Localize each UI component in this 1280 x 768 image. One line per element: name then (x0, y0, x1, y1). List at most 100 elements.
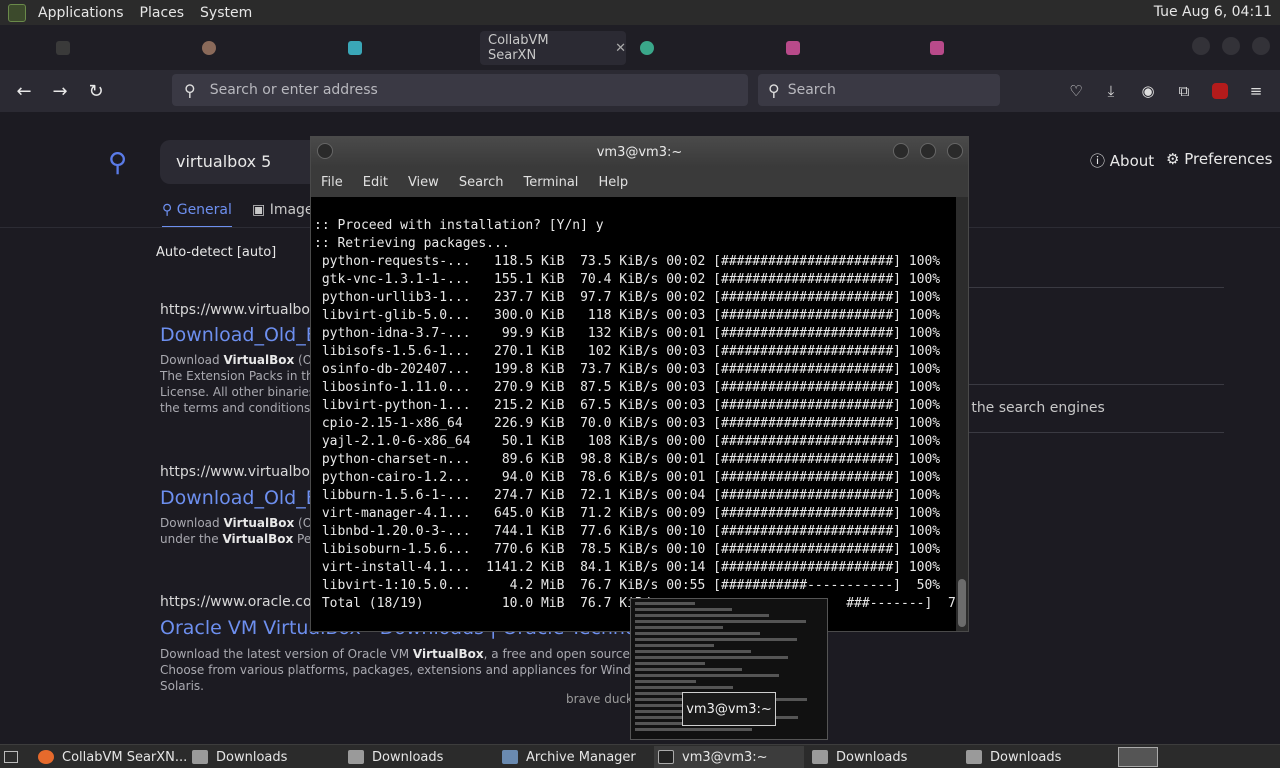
address-bar[interactable]: ⚲ Search or enter address (172, 74, 748, 106)
query-input[interactable]: virtualbox 5 (160, 140, 320, 184)
site-icon (930, 41, 944, 55)
workspace-switcher[interactable] (1118, 747, 1158, 767)
preview-line (635, 656, 788, 659)
menu-applications[interactable]: Applications (30, 5, 132, 21)
tab-background-3[interactable] (340, 31, 478, 65)
applications-icon[interactable] (8, 3, 26, 22)
result-url[interactable]: https://www.virtualbox.c (160, 302, 330, 318)
search-bar[interactable]: ⚲ Search (758, 74, 1000, 106)
avatar-icon (202, 41, 216, 55)
terminal-line: libisofs-1.5.6-1... 270.1 KiB 102 KiB/s … (314, 344, 941, 359)
terminal-title: vm3@vm3:~ (596, 144, 683, 160)
task-label: Downloads (990, 749, 1062, 765)
search-placeholder: Search (787, 82, 836, 98)
tab-background-6[interactable] (922, 31, 1062, 65)
terminal-line: :: Retrieving packages... (314, 236, 510, 251)
category-general[interactable]: ⚲ General (162, 202, 232, 228)
tab-background-5[interactable] (778, 31, 918, 65)
desc-bold: VirtualBox (223, 353, 295, 367)
back-button[interactable]: ← (11, 78, 37, 104)
preferences-link[interactable]: ⚙ Preferences (1166, 150, 1272, 168)
task-label: Archive Manager (526, 749, 636, 765)
terminal-line: osinfo-db-202407... 199.8 KiB 73.7 KiB/s… (314, 362, 941, 377)
terminal-scrollbar[interactable] (956, 197, 968, 631)
maximize-button[interactable] (1222, 37, 1240, 55)
menu-places[interactable]: Places (132, 5, 193, 21)
task-firefox[interactable]: CollabVM SearXN... (38, 746, 188, 768)
preview-line (635, 620, 806, 623)
maximize-button[interactable] (920, 143, 936, 159)
tab-background-4[interactable] (632, 31, 772, 65)
clock[interactable]: Tue Aug 6, 04:11 (1154, 4, 1272, 20)
category-images-label: Image (269, 202, 314, 218)
pocket-icon[interactable]: ♡ (1065, 80, 1087, 102)
ublock-icon[interactable] (1209, 80, 1231, 102)
menu-edit[interactable]: Edit (353, 175, 398, 190)
category-general-label: General (176, 202, 232, 218)
menu-view[interactable]: View (398, 175, 449, 190)
preview-line (635, 608, 732, 611)
terminal-window[interactable]: vm3@vm3:~ File Edit View Search Terminal… (310, 136, 969, 632)
terminal-line: libburn-1.5.6-1-... 274.7 KiB 72.1 KiB/s… (314, 488, 941, 503)
preview-line (635, 674, 779, 677)
image-icon: ▣ (252, 202, 270, 218)
task-terminal[interactable]: vm3@vm3:~ (654, 746, 804, 768)
archive-icon (502, 750, 518, 764)
site-icon (640, 41, 654, 55)
result-url[interactable]: https://www.oracle.com (160, 594, 325, 610)
language-selector[interactable]: Auto-detect [auto] (156, 245, 276, 260)
task-downloads-3[interactable]: Downloads (812, 746, 962, 768)
scrollbar-thumb[interactable] (958, 579, 966, 627)
terminal-line: python-urllib3-1... 237.7 KiB 97.7 KiB/s… (314, 290, 941, 305)
tab-collabvm-searxng[interactable]: CollabVM SearXN ✕ (480, 31, 626, 65)
desc-text: Download (160, 353, 224, 367)
close-button[interactable] (947, 143, 963, 159)
preview-line (635, 686, 733, 689)
close-tab-icon[interactable]: ✕ (615, 41, 626, 56)
result-title[interactable]: Download_Old_Bu (160, 324, 331, 346)
folder-icon (348, 750, 364, 764)
preview-line (635, 668, 742, 671)
minimize-button[interactable] (1192, 37, 1210, 55)
terminal-line: gtk-vnc-1.3.1-1-... 155.1 KiB 70.4 KiB/s… (314, 272, 941, 287)
terminal-line: libosinfo-1.11.0... 270.9 KiB 87.5 KiB/s… (314, 380, 941, 395)
task-archive-manager[interactable]: Archive Manager (502, 746, 652, 768)
terminal-line: :: Proceed with installation? [Y/n] y (314, 218, 604, 233)
tab-title: CollabVM SearXN (488, 33, 549, 63)
menu-search[interactable]: Search (449, 175, 514, 190)
tab-background-1[interactable] (48, 31, 188, 65)
window-menu-button[interactable] (317, 143, 333, 159)
gear-icon: ⚙ (1166, 150, 1185, 168)
searxng-logo-icon[interactable]: ⚲ (108, 148, 127, 178)
task-downloads-4[interactable]: Downloads (966, 746, 1116, 768)
terminal-icon (56, 41, 70, 55)
account-icon[interactable]: ◉ (1137, 80, 1159, 102)
extensions-icon[interactable]: ⧉ (1173, 80, 1195, 102)
show-desktop-icon[interactable] (0, 747, 22, 767)
preview-line (635, 650, 751, 653)
reload-button[interactable]: ↻ (83, 78, 109, 104)
result-title[interactable]: Download_Old_Bu (160, 487, 331, 509)
menu-terminal[interactable]: Terminal (513, 175, 588, 190)
terminal-line: python-idna-3.7-... 99.9 KiB 132 KiB/s 0… (314, 326, 941, 341)
forward-button[interactable]: → (47, 78, 73, 104)
minimize-button[interactable] (893, 143, 909, 159)
taskbar: CollabVM SearXN... Downloads Downloads A… (0, 744, 1280, 768)
terminal-line: python-requests-... 118.5 KiB 73.5 KiB/s… (314, 254, 941, 269)
result-engines: brave duck (566, 692, 633, 706)
tab-background-2[interactable] (194, 31, 334, 65)
menu-icon[interactable]: ≡ (1245, 80, 1267, 102)
task-downloads-1[interactable]: Downloads (192, 746, 342, 768)
menu-help[interactable]: Help (588, 175, 638, 190)
category-images[interactable]: ▣ Image (252, 202, 314, 218)
close-window-button[interactable] (1252, 37, 1270, 55)
task-downloads-2[interactable]: Downloads (348, 746, 498, 768)
top-panel: Applications Places System Tue Aug 6, 04… (0, 0, 1280, 25)
terminal-titlebar[interactable]: vm3@vm3:~ (311, 137, 968, 167)
menu-file[interactable]: File (311, 175, 353, 190)
download-icon[interactable]: ⤓ (1100, 80, 1122, 102)
terminal-output[interactable]: :: Proceed with installation? [Y/n] y:: … (311, 197, 956, 631)
about-label: About (1109, 152, 1155, 170)
menu-system[interactable]: System (192, 5, 260, 21)
about-link[interactable]: ⓘ About (1090, 150, 1154, 171)
